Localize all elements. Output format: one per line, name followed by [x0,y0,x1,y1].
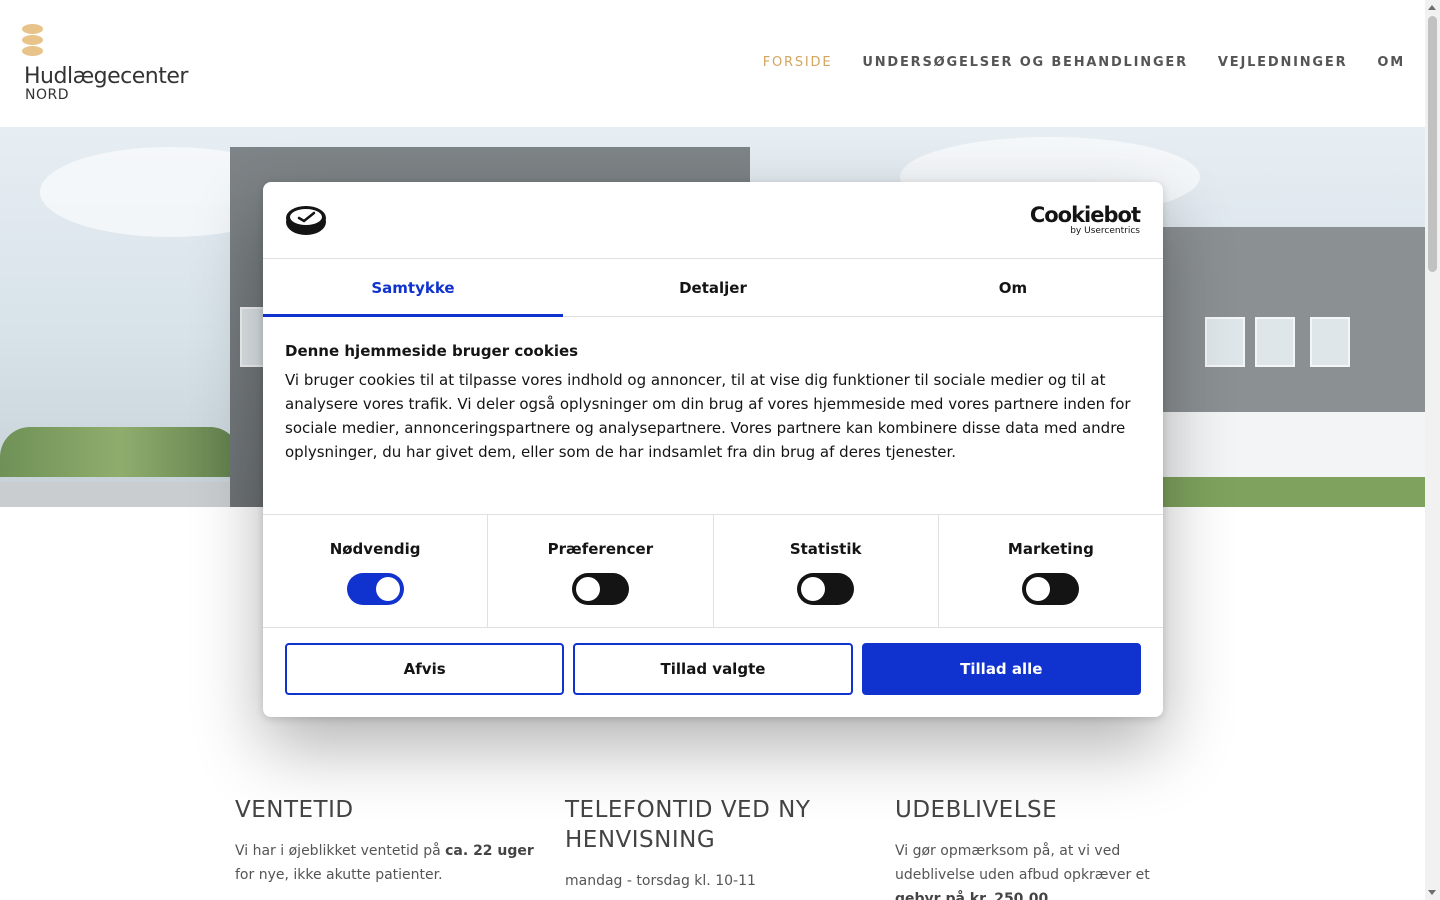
info-title: TELEFONTID VED NY HENVISNING [565,797,811,853]
logo-subtitle: NORD [25,87,69,103]
reject-button[interactable]: Afvis [285,643,565,695]
page-scrollbar[interactable] [1425,0,1440,900]
toggle-marketing: Marketing [939,515,1163,627]
dialog-tabs: Samtykke Detaljer Om [263,259,1163,317]
info-title: UDEBLIVELSE [895,797,1058,823]
dialog-buttons: Afvis Tillad valgte Tillad alle [285,643,1141,695]
statistik-switch[interactable] [797,573,855,605]
tab-om[interactable]: Om [863,259,1163,316]
main-nav: FORSIDE UNDERSØGELSER OG BEHANDLINGER VE… [763,55,1405,70]
dialog-header: Cookiebot by Usercentrics [263,182,1163,259]
cookiebot-logo[interactable]: Cookiebot by Usercentrics [1030,204,1141,236]
site-header: Hudlægecenter NORD FORSIDE UNDERSØGELSER… [0,0,1425,127]
tab-detaljer[interactable]: Detaljer [563,259,863,316]
info-text: Vi har i øjeblikket ventetid på ca. 22 u… [235,843,534,883]
info-telefontid: TELEFONTID VED NY HENVISNING mandag - to… [565,795,865,893]
toggle-label: Marketing [1007,540,1094,558]
toggle-label: Præferencer [547,540,654,558]
toggle-praeferencer: Præferencer [488,515,714,627]
nodvendig-switch[interactable] [346,573,404,605]
tab-samtykke[interactable]: Samtykke [263,259,563,317]
consent-toggles: Nødvendig Præferencer Statistik Marketin… [263,514,1163,628]
toggle-label: Nødvendig [329,540,421,558]
logo-mark-icon [22,24,44,58]
dialog-body: Denne hjemmeside bruger cookies Vi bruge… [285,342,1145,464]
praeferencer-switch[interactable] [571,573,629,605]
logo-name: Hudlægecenter [24,64,188,89]
info-udeblivelse: UDEBLIVELSE Vi gør opmærksom på, at vi v… [895,795,1195,900]
info-title: VENTETID [235,797,354,823]
info-ventetid: VENTETID Vi har i øjeblikket ventetid på… [235,795,535,887]
toggle-statistik: Statistik [714,515,939,627]
allow-selected-button[interactable]: Tillad valgte [573,643,853,695]
info-text: Vi gør opmærksom på, at vi ved udeblivel… [895,843,1150,900]
nav-item-forside[interactable]: FORSIDE [763,55,833,70]
info-text: mandag - torsdag kl. 10-11 [565,873,756,889]
nav-item-vejledninger[interactable]: VEJLEDNINGER [1218,55,1348,70]
nav-item-om[interactable]: OM [1377,55,1405,70]
nav-item-undersogelser[interactable]: UNDERSØGELSER OG BEHANDLINGER [862,55,1188,70]
allow-all-button[interactable]: Tillad alle [861,643,1141,695]
site-logo[interactable]: Hudlægecenter NORD [22,24,212,108]
dialog-heading: Denne hjemmeside bruger cookies [285,342,579,360]
scrollbar-thumb[interactable] [1428,16,1437,272]
toggle-label: Statistik [789,540,862,558]
dialog-description: Vi bruger cookies til at tilpasse vores … [285,371,1131,461]
marketing-switch[interactable] [1022,573,1080,605]
toggle-nodvendig: Nødvendig [263,515,489,627]
scroll-up-icon[interactable] [1428,5,1436,10]
scroll-down-icon[interactable] [1428,890,1436,895]
cookie-consent-dialog: Cookiebot by Usercentrics Samtykke Detal… [263,182,1163,717]
cookiebot-icon [286,206,326,235]
